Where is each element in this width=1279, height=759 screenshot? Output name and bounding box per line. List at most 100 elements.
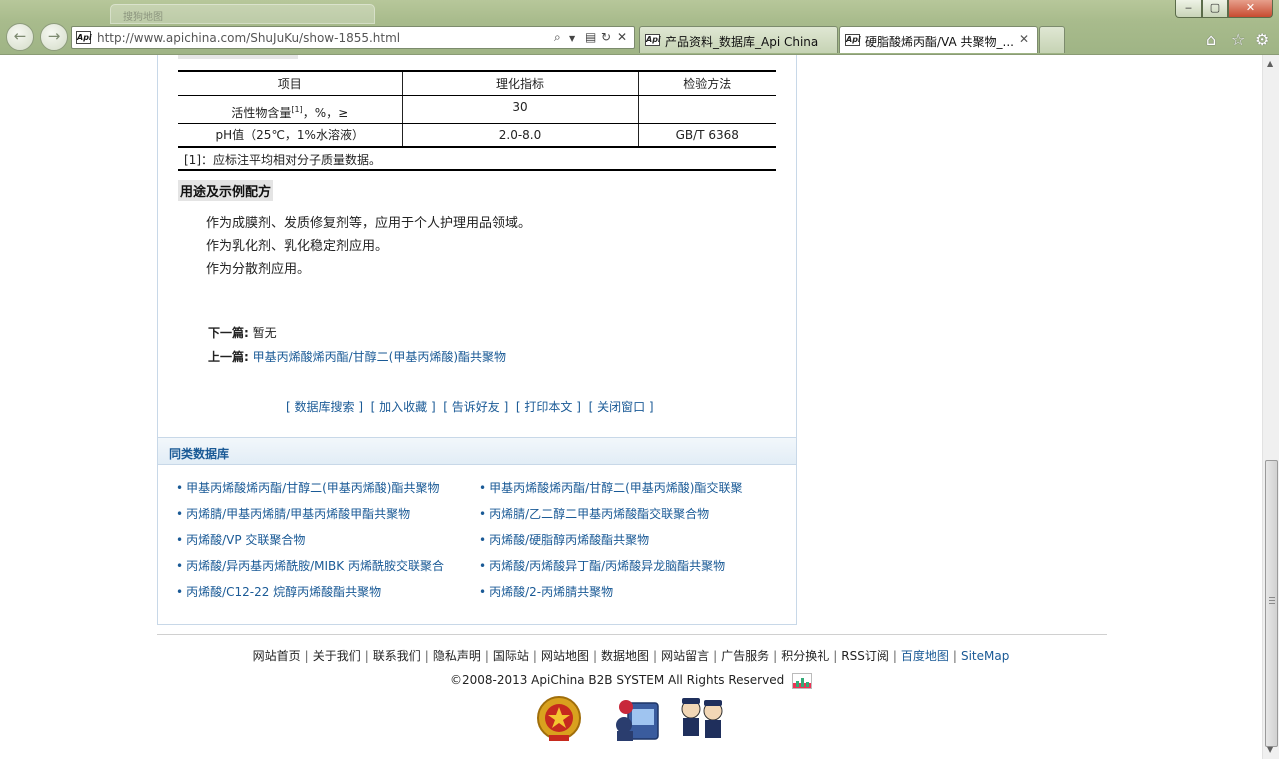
stop-icon[interactable]: ✕ [617, 30, 627, 44]
related-item-label[interactable]: 丙烯酸/C12-22 烷醇丙烯酸酯共聚物 [186, 585, 381, 599]
action-links: [ 数据库搜索 ] [ 加入收藏 ] [ 告诉好友 ] [ 打印本文 ] [ 关… [286, 400, 654, 414]
related-item-label[interactable]: 丙烯酸/VP 交联聚合物 [186, 533, 305, 547]
cut-off-heading [178, 55, 298, 59]
browser-chrome: 搜狗地图 ‒ ▢ ✕ ← → Api http://www.apichina.c… [0, 0, 1279, 55]
footer-link[interactable]: 网站留言 [661, 649, 709, 663]
row-value: 30 [402, 95, 639, 124]
row-method: GB/T 6368 [638, 123, 776, 148]
footer-link[interactable]: 广告服务 [721, 649, 769, 663]
cyber-police-icon[interactable] [614, 695, 664, 745]
divider [178, 169, 776, 171]
related-item[interactable]: • 丙烯酸/硬脂醇丙烯酸酯共聚物 [479, 531, 649, 548]
site-favicon-icon: Api [76, 31, 92, 44]
favorites-star-icon[interactable]: ☆ [1231, 30, 1245, 49]
compat-icon[interactable]: ▤ [585, 30, 596, 44]
police-emblem-icon[interactable] [536, 695, 582, 743]
related-item[interactable]: • 丙烯酸/丙烯酸异丁酯/丙烯酸异龙脑酯共聚物 [479, 557, 725, 574]
row-value: 2.0-8.0 [402, 123, 639, 148]
prev-article-link[interactable]: 甲基丙烯酸烯丙酯/甘醇二(甲基丙烯酸)酯共聚物 [253, 350, 506, 364]
related-item-label[interactable]: 丙烯酸/异丙基丙烯酰胺/MIBK 丙烯酰胺交联聚合 [186, 559, 444, 573]
usage-line: 作为成膜剂、发质修复剂等，应用于个人护理用品领域。 [206, 216, 532, 231]
related-item[interactable]: • 丙烯酸/VP 交联聚合物 [176, 531, 305, 548]
cnzz-stats-icon[interactable] [792, 673, 813, 689]
table-footnote: [1]：应标注平均相对分子质量数据。 [184, 153, 381, 167]
tab-favicon-icon: Api [645, 34, 661, 46]
spec-table-header: 项目 理化指标 检验方法 [178, 70, 776, 96]
header-method: 检验方法 [638, 70, 776, 96]
related-item-label[interactable]: 甲基丙烯酸烯丙酯/甘醇二(甲基丙烯酸)酯共聚物 [186, 481, 439, 495]
add-favorite-link[interactable]: 加入收藏 [379, 400, 427, 414]
close-tab-icon[interactable]: ✕ [1019, 32, 1029, 46]
related-item-label[interactable]: 甲基丙烯酸烯丙酯/甘醇二(甲基丙烯酸)酯交联聚 [489, 481, 742, 495]
dropdown-chevron-icon[interactable]: ▼ [569, 34, 575, 43]
footer-link-baidu-map[interactable]: 百度地图 [901, 649, 949, 663]
footer-link[interactable]: 网站地图 [541, 649, 589, 663]
related-item[interactable]: • 丙烯酸/2-丙烯腈共聚物 [479, 583, 613, 600]
header-item: 项目 [178, 70, 403, 96]
tab-label: 产品资料_数据库_Api China [665, 35, 819, 49]
background-tab-title: 搜狗地图 [123, 12, 163, 23]
header-index: 理化指标 [402, 70, 639, 96]
footer-link[interactable]: 关于我们 [313, 649, 361, 663]
table-row: pH值（25℃，1%水溶液） 2.0-8.0 GB/T 6368 [178, 123, 776, 148]
tab-favicon-icon: Api [845, 34, 861, 46]
scroll-up-icon[interactable]: ▲ [1267, 59, 1273, 68]
related-item-label[interactable]: 丙烯酸/2-丙烯腈共聚物 [489, 585, 613, 599]
footer-link[interactable]: 隐私声明 [433, 649, 481, 663]
page-viewport: 项目 理化指标 检验方法 活性物含量[1]，%，≥ 30 pH值（25℃，1%水… [0, 55, 1262, 759]
vertical-scrollbar[interactable]: ▲ ▼ [1262, 55, 1279, 759]
related-item[interactable]: • 甲基丙烯酸烯丙酯/甘醇二(甲基丙烯酸)酯交联聚 [479, 479, 743, 496]
forward-icon[interactable]: → [40, 23, 68, 51]
next-article: 下一篇: 暂无 [208, 324, 277, 341]
refresh-icon[interactable]: ↻ [601, 30, 611, 44]
new-tab-button[interactable] [1039, 26, 1065, 53]
related-item[interactable]: • 丙烯腈/甲基丙烯腈/甲基丙烯酸甲酯共聚物 [176, 505, 410, 522]
back-icon[interactable]: ← [6, 23, 34, 51]
related-title: 同类数据库 [169, 447, 230, 461]
background-window-tab: 搜狗地图 [110, 4, 375, 24]
search-icon[interactable]: ⌕ [554, 30, 561, 45]
row-item-text: 活性物含量 [231, 105, 292, 120]
row-item-sup: [1] [291, 104, 303, 114]
prev-label: 上一篇: [208, 350, 249, 364]
related-item-label[interactable]: 丙烯腈/乙二醇二甲基丙烯酸酯交联聚合物 [489, 507, 709, 521]
footer-link[interactable]: 数据地图 [601, 649, 649, 663]
tab-product-database[interactable]: Api 产品资料_数据库_Api China [639, 26, 838, 53]
address-url[interactable]: http://www.apichina.com/ShuJuKu/show-185… [97, 31, 400, 45]
footer-link[interactable]: RSS订阅 [841, 649, 889, 663]
scrollbar-thumb[interactable] [1265, 460, 1278, 747]
related-item-label[interactable]: 丙烯腈/甲基丙烯腈/甲基丙烯酸甲酯共聚物 [186, 507, 410, 521]
related-item[interactable]: • 丙烯酸/C12-22 烷醇丙烯酸酯共聚物 [176, 583, 381, 600]
tab-label: 硬脂酸烯丙酯/VA 共聚物_... [865, 35, 1014, 49]
close-window-link[interactable]: 关闭窗口 [597, 400, 645, 414]
close-window-button[interactable]: ✕ [1228, 0, 1273, 18]
minimize-button[interactable]: ‒ [1175, 0, 1202, 18]
related-item[interactable]: • 甲基丙烯酸烯丙酯/甘醇二(甲基丙烯酸)酯共聚物 [176, 479, 440, 496]
database-search-link[interactable]: 数据库搜索 [295, 400, 355, 414]
print-link[interactable]: 打印本文 [524, 400, 572, 414]
table-row: 活性物含量[1]，%，≥ 30 [178, 95, 776, 124]
footer-link-sitemap[interactable]: SiteMap [961, 649, 1009, 663]
next-value: 暂无 [252, 326, 277, 340]
tools-gear-icon[interactable]: ⚙ [1255, 30, 1269, 49]
related-item[interactable]: • 丙烯酸/异丙基丙烯酰胺/MIBK 丙烯酰胺交联聚合 [176, 557, 444, 574]
address-bar[interactable]: Api http://www.apichina.com/ShuJuKu/show… [71, 26, 635, 49]
prev-article: 上一篇: 甲基丙烯酸烯丙酯/甘醇二(甲基丙烯酸)酯共聚物 [208, 348, 506, 365]
footer-link[interactable]: 网站首页 [253, 649, 301, 663]
footer-link[interactable]: 积分换礼 [781, 649, 829, 663]
related-item-label[interactable]: 丙烯酸/丙烯酸异丁酯/丙烯酸异龙脑酯共聚物 [489, 559, 725, 573]
tab-active-page[interactable]: Api 硬脂酸烯丙酯/VA 共聚物_... ✕ [839, 26, 1038, 53]
tell-friend-link[interactable]: 告诉好友 [452, 400, 500, 414]
police-cartoon-icon[interactable] [676, 695, 728, 745]
row-item: 活性物含量[1]，%，≥ [178, 95, 403, 124]
scroll-down-icon[interactable]: ▼ [1267, 745, 1273, 754]
related-item-label[interactable]: 丙烯酸/硬脂醇丙烯酸酯共聚物 [489, 533, 649, 547]
maximize-button[interactable]: ▢ [1202, 0, 1228, 18]
copyright-text: ©2008-2013 ApiChina B2B SYSTEM All Right… [449, 673, 785, 687]
row-item-suffix: ，%，≥ [302, 105, 349, 120]
footer-link[interactable]: 联系我们 [373, 649, 421, 663]
row-method [638, 95, 776, 124]
home-icon[interactable]: ⌂ [1206, 30, 1216, 49]
related-item[interactable]: • 丙烯腈/乙二醇二甲基丙烯酸酯交联聚合物 [479, 505, 709, 522]
footer-link[interactable]: 国际站 [493, 649, 529, 663]
